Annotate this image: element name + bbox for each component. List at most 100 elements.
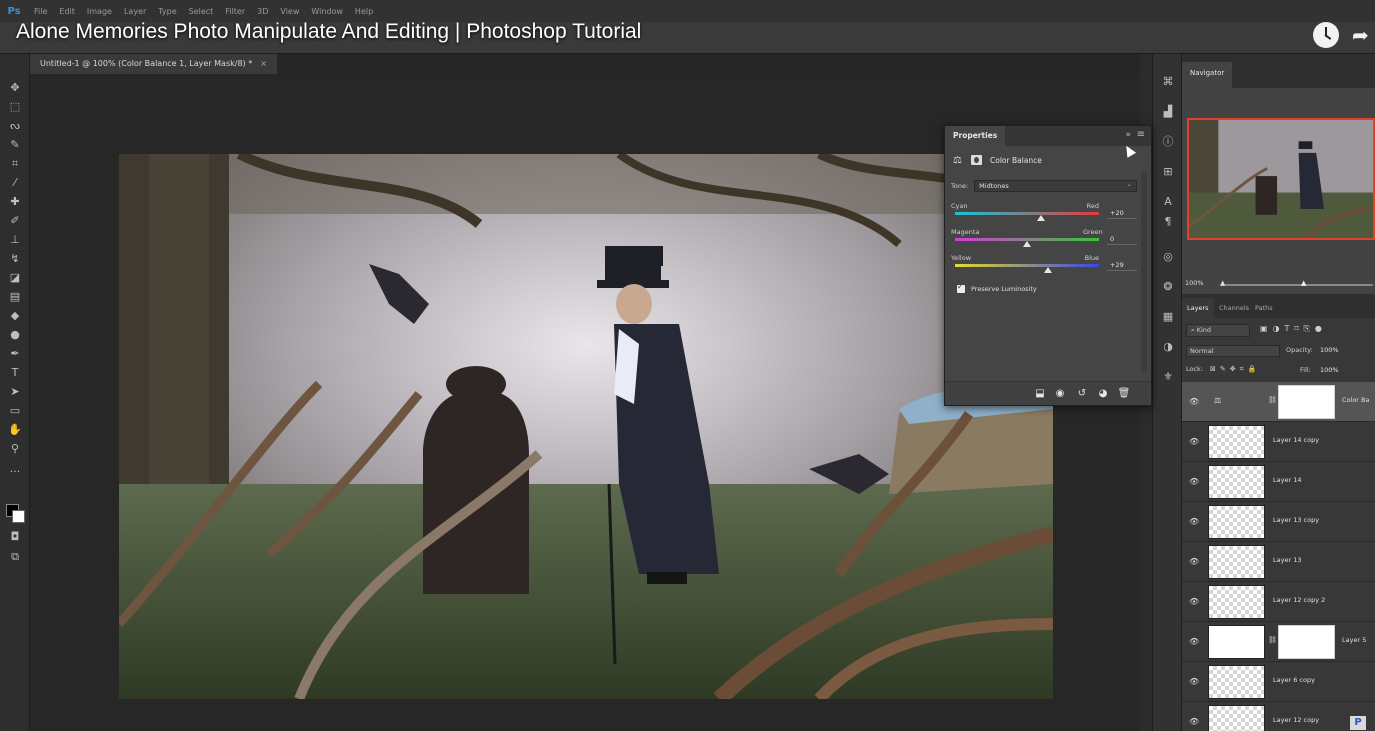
history-panel-icon[interactable]: ⌘ [1160, 74, 1176, 90]
delete-adjustment-icon[interactable]: 🗑 [1117, 387, 1131, 401]
color-balance-icon[interactable]: ⚖ [953, 155, 969, 166]
yellow-blue-value[interactable]: +29 [1107, 260, 1137, 271]
menu-3d[interactable]: 3D [251, 7, 274, 16]
healing-brush-tool-icon[interactable]: ✚ [6, 194, 24, 210]
eyedropper-tool-icon[interactable]: ⁄ [6, 175, 24, 191]
histogram-panel-icon[interactable]: ▟ [1160, 104, 1176, 120]
brush-settings-panel-icon[interactable]: ⚜ [1160, 369, 1176, 385]
3d-panel-icon[interactable]: ❂ [1160, 279, 1176, 295]
layer-row[interactable]: 👁 Layer 13 copy [1182, 502, 1375, 542]
clip-to-layer-icon[interactable]: ⬓ [1033, 387, 1047, 401]
navigator-zoom-thumb[interactable]: ▲ [1301, 279, 1306, 287]
libraries-panel-icon[interactable]: ◎ [1160, 249, 1176, 265]
cyan-red-thumb[interactable] [1037, 215, 1046, 221]
visibility-eye-icon[interactable]: 👁 [1189, 477, 1199, 487]
layer-row[interactable]: 👁 Layer 12 copy 2 [1182, 582, 1375, 622]
link-chain-icon[interactable]: ⛓ [1268, 636, 1277, 644]
dodge-tool-icon[interactable]: ● [6, 327, 24, 343]
move-tool-icon[interactable]: ✥ [6, 80, 24, 96]
toggle-visibility-icon[interactable]: ◕ [1096, 387, 1110, 401]
menu-window[interactable]: Window [305, 7, 349, 16]
info-panel-icon[interactable]: ⓘ [1160, 134, 1176, 150]
brush-tool-icon[interactable]: ✐ [6, 213, 24, 229]
menu-select[interactable]: Select [183, 7, 220, 16]
cyan-red-value[interactable]: +20 [1107, 208, 1137, 219]
yellow-blue-thumb[interactable] [1043, 267, 1052, 273]
tab-paths[interactable]: Paths [1250, 298, 1278, 318]
close-tab-icon[interactable]: × [260, 59, 267, 68]
reset-icon[interactable]: ↺ [1075, 387, 1089, 401]
layer-row-masked[interactable]: 👁 ⛓ Layer 5 [1182, 622, 1375, 662]
menu-layer[interactable]: Layer [118, 7, 152, 16]
eraser-tool-icon[interactable]: ◪ [6, 270, 24, 286]
menu-type[interactable]: Type [152, 7, 182, 16]
visibility-eye-icon[interactable]: 👁 [1189, 437, 1199, 447]
fill-input[interactable]: 100% [1320, 366, 1339, 374]
layer-row[interactable]: 👁 Layer 14 [1182, 462, 1375, 502]
layer-row-color-balance[interactable]: 👁 ⚖ ⛓ Color Ba [1182, 382, 1375, 422]
character-panel-icon[interactable]: A [1160, 194, 1176, 210]
tab-channels[interactable]: Channels [1214, 298, 1254, 318]
marquee-tool-icon[interactable]: ⬚ [6, 99, 24, 115]
pen-tool-icon[interactable]: ✒ [6, 346, 24, 362]
link-chain-icon[interactable]: ⛓ [1268, 396, 1277, 404]
visibility-eye-icon[interactable]: 👁 [1189, 397, 1199, 407]
layer-mask-icon[interactable] [971, 155, 982, 165]
artwork-image[interactable] [119, 154, 1053, 699]
properties-tab[interactable]: Properties [945, 126, 1006, 146]
filter-type-icons[interactable]: ▣◑T⌑⎘● [1260, 324, 1327, 334]
adjustments-panel-icon[interactable]: ◑ [1160, 339, 1176, 355]
zoom-tool-icon[interactable]: ⚲ [6, 441, 24, 457]
path-selection-tool-icon[interactable]: ➤ [6, 384, 24, 400]
menu-image[interactable]: Image [81, 7, 118, 16]
visibility-eye-icon[interactable]: 👁 [1189, 597, 1199, 607]
menu-filter[interactable]: Filter [219, 7, 251, 16]
magenta-green-thumb[interactable] [1023, 241, 1031, 247]
layer-row[interactable]: 👁 Layer 6 copy [1182, 662, 1375, 702]
visibility-eye-icon[interactable]: 👁 [1189, 517, 1199, 527]
yellow-blue-track[interactable] [955, 264, 1099, 267]
swatches-panel-icon[interactable]: ▦ [1160, 309, 1176, 325]
navigator-tab[interactable]: Navigator [1182, 62, 1233, 88]
background-color-swatch[interactable] [12, 510, 25, 523]
layer-row[interactable]: 👁 Layer 12 copy [1182, 702, 1375, 731]
screen-mode-icon[interactable]: ⧉ [6, 549, 24, 565]
tab-layers[interactable]: Layers [1182, 298, 1214, 318]
quick-select-tool-icon[interactable]: ✎ [6, 137, 24, 153]
blur-tool-icon[interactable]: ◆ [6, 308, 24, 324]
visibility-eye-icon[interactable]: 👁 [1189, 637, 1199, 647]
history-brush-tool-icon[interactable]: ↯ [6, 251, 24, 267]
quick-mask-icon[interactable]: ◘ [6, 529, 24, 545]
clone-source-panel-icon[interactable]: ⊞ [1160, 164, 1176, 180]
clone-stamp-tool-icon[interactable]: ⊥ [6, 232, 24, 248]
filter-kind-dropdown[interactable]: ⌕ Kind [1186, 324, 1250, 337]
opacity-input[interactable]: 100% [1320, 346, 1339, 354]
crop-tool-icon[interactable]: ⌗ [6, 156, 24, 172]
magenta-green-value[interactable]: 0 [1107, 234, 1137, 245]
visibility-eye-icon[interactable]: 👁 [1189, 557, 1199, 567]
blend-mode-dropdown[interactable]: Normal [1186, 345, 1280, 357]
collapse-panel-icon[interactable]: » [1125, 130, 1131, 140]
hand-tool-icon[interactable]: ✋ [6, 422, 24, 438]
navigator-zoom-value[interactable]: 100% [1185, 279, 1204, 287]
menu-file[interactable]: File [28, 7, 53, 16]
watch-later-icon[interactable] [1313, 22, 1339, 48]
rectangle-tool-icon[interactable]: ▭ [6, 403, 24, 419]
visibility-eye-icon[interactable]: 👁 [1189, 717, 1199, 727]
type-tool-icon[interactable]: T [6, 365, 24, 381]
cyan-red-track[interactable] [955, 212, 1099, 215]
properties-scrollbar[interactable] [1141, 172, 1147, 372]
menu-help[interactable]: Help [349, 7, 379, 16]
more-tools-icon[interactable]: ··· [6, 464, 24, 480]
menu-view[interactable]: View [274, 7, 305, 16]
gradient-tool-icon[interactable]: ▤ [6, 289, 24, 305]
navigator-preview[interactable] [1187, 118, 1375, 240]
tone-dropdown[interactable]: Midtones [974, 179, 1137, 192]
layer-row[interactable]: 👁 Layer 13 [1182, 542, 1375, 582]
view-previous-state-icon[interactable]: ◉ [1053, 387, 1067, 401]
layer-mask-thumbnail[interactable] [1278, 625, 1335, 659]
paragraph-panel-icon[interactable]: ¶ [1160, 214, 1176, 230]
panel-menu-icon[interactable]: ≡ [1137, 129, 1145, 140]
preserve-luminosity-checkbox[interactable] [957, 282, 965, 293]
layer-mask-thumbnail[interactable] [1278, 385, 1335, 419]
